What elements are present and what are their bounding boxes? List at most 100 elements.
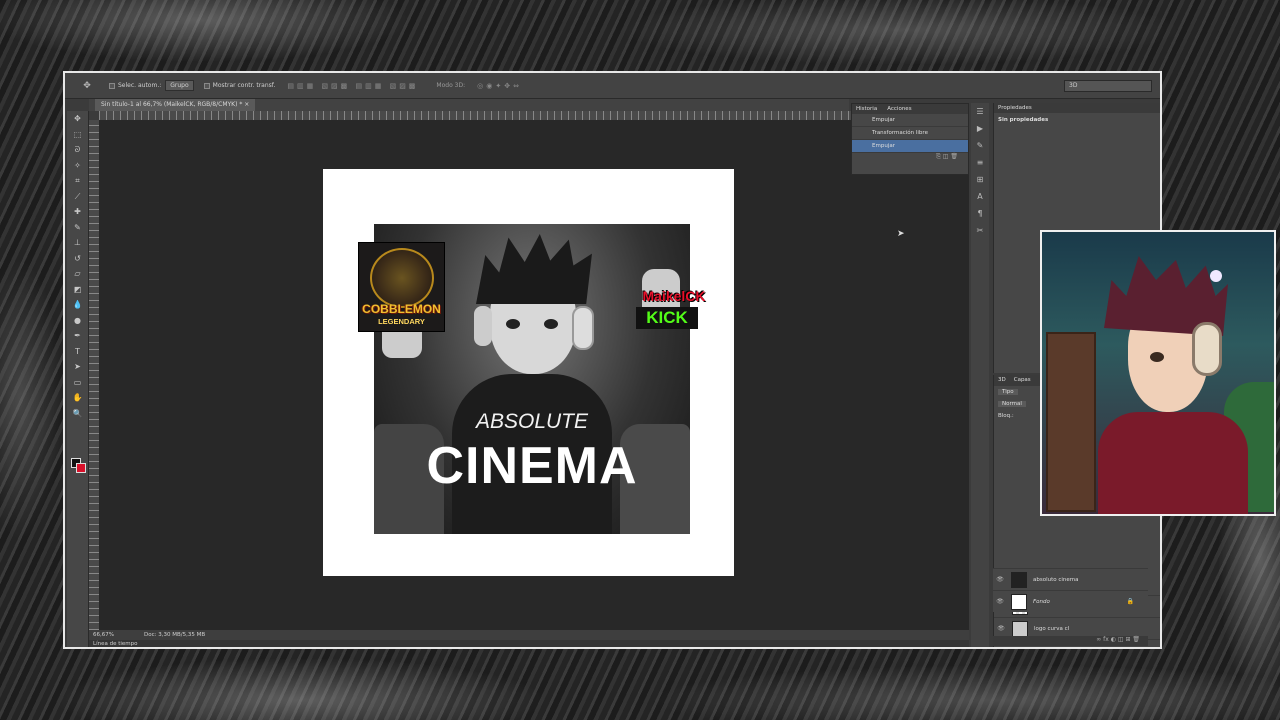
tab-actions[interactable]: Acciones <box>887 104 911 114</box>
history-item[interactable]: Transformación libre <box>852 127 968 140</box>
tab-properties[interactable]: Propiedades <box>994 103 1160 113</box>
lock-icon[interactable]: 🔒 <box>1127 598 1134 605</box>
document-tab-bar: Sin título-1 al 66,7% (MaikelCK, RGB/8/C… <box>89 99 849 111</box>
marquee-icon[interactable]: ⬚ <box>67 127 88 143</box>
layers-footer-icons[interactable]: ∞ fx ◐ ◫ ⊞ 🗑 <box>993 636 1148 646</box>
cobblemon-logo[interactable]: COBBLEMON LEGENDARY <box>358 242 445 332</box>
magic-wand-icon[interactable]: ✧ <box>67 158 88 174</box>
stamp-icon[interactable]: ⊥ <box>67 235 88 251</box>
vertical-ruler <box>89 120 99 630</box>
character-icon[interactable]: A <box>971 188 989 205</box>
history-item[interactable]: Empujar <box>852 114 968 127</box>
layer-name: logo curva cl <box>1034 625 1070 632</box>
brush-icon[interactable]: ✎ <box>67 220 88 236</box>
path-select-icon[interactable]: ➤ <box>67 359 88 375</box>
move-tool-icon[interactable]: ✥ <box>75 81 99 91</box>
visibility-eye-icon[interactable]: 👁 <box>993 598 1007 605</box>
bucket-icon[interactable]: ◩ <box>67 282 88 298</box>
options-bar: ✥ Selec. autom.: Grupo Mostrar contr. tr… <box>65 73 1160 99</box>
timeline-bar[interactable]: Línea de tiempo <box>89 640 969 647</box>
align-icons[interactable]: ▤▥▦ ▧▨▩ ▤▥▦ ▧▨▩ <box>287 82 418 90</box>
blend-mode-dropdown[interactable]: Normal <box>998 401 1026 407</box>
3d-mode-icons[interactable]: ◎◉✦✥⇔ <box>477 82 522 90</box>
maikelck-kick-logo[interactable]: MaikelCK KICK <box>628 288 720 332</box>
cinema-text: CINEMA <box>426 437 638 495</box>
webcam-overlay <box>1040 230 1276 516</box>
tools-panel: ✥ ⬚ ᘐ ✧ ⌗ ⟋ ✚ ✎ ⊥ ↺ ▱ ◩ 💧 ● ✒ T ➤ ▭ ✋ 🔍 <box>67 111 89 647</box>
headphone-left <box>474 306 492 346</box>
absolute-text: ABSOLUTE <box>475 410 589 433</box>
type-icon[interactable]: T <box>67 344 88 360</box>
avatar-eye <box>1150 352 1164 362</box>
tab-3d[interactable]: 3D <box>998 375 1006 386</box>
character-eye-right <box>544 319 558 329</box>
clone-source-icon[interactable]: ⊞ <box>971 171 989 188</box>
pen-icon[interactable]: ✒ <box>67 328 88 344</box>
zoom-level[interactable]: 66,67% <box>93 632 114 638</box>
play-icon[interactable]: ▶ <box>971 120 989 137</box>
avatar-headphone <box>1192 322 1222 376</box>
photoshop-window: ✥ Selec. autom.: Grupo Mostrar contr. tr… <box>63 71 1162 649</box>
eyedropper-icon[interactable]: ⟋ <box>67 189 88 205</box>
blur-icon[interactable]: 💧 <box>67 297 88 313</box>
document-tab-title: Sin título-1 al 66,7% (MaikelCK, RGB/8/C… <box>101 101 243 108</box>
layer-thumbnail <box>1012 620 1028 637</box>
layers-lower-rows: 👁 absoluto cinema 👁 Fondo 🔒 <box>993 568 1148 612</box>
avatar-body <box>1098 412 1248 514</box>
zoom-icon[interactable]: 🔍 <box>67 406 88 422</box>
character-hair <box>476 234 592 304</box>
canvas-area[interactable]: ABSOLUTE CINEMA ➤ COBBLEMON LEGENDARY Ma… <box>99 120 969 630</box>
show-transform-checkbox[interactable]: Mostrar contr. transf. <box>203 82 276 89</box>
move-icon[interactable]: ✥ <box>67 111 88 127</box>
tab-layers[interactable]: Capas <box>1014 375 1031 386</box>
doc-size[interactable]: Doc: 3,30 MB/5,35 MB <box>144 632 205 638</box>
layer-row[interactable]: 👁 Fondo 🔒 <box>993 590 1148 612</box>
properties-message: Sin propiedades <box>998 117 1049 123</box>
history-tabs: Historia Acciones <box>852 104 968 114</box>
history-item-selected[interactable]: Empujar <box>852 140 968 153</box>
history-brush-icon[interactable]: ↺ <box>67 251 88 267</box>
shape-icon[interactable]: ▭ <box>67 375 88 391</box>
eraser-icon[interactable]: ▱ <box>67 266 88 282</box>
auto-select-label: Selec. autom.: <box>118 82 162 89</box>
paragraph-icon[interactable]: ¶ <box>971 205 989 222</box>
healing-icon[interactable]: ✚ <box>67 204 88 220</box>
maikelck-text: MaikelCK <box>642 288 706 304</box>
layer-row[interactable]: 👁 absoluto cinema <box>993 568 1148 590</box>
timeline-label: Línea de tiempo <box>93 641 138 647</box>
cobblemon-emblem <box>370 248 434 308</box>
show-transform-label: Mostrar contr. transf. <box>212 82 276 89</box>
visibility-eye-icon[interactable]: 👁 <box>994 625 1008 632</box>
artboard[interactable]: ABSOLUTE CINEMA ➤ <box>323 169 905 576</box>
lock-label: Bloq.: <box>998 413 1014 419</box>
cobblemon-title: COBBLEMON <box>362 302 441 316</box>
workspace-dropdown[interactable]: 3D <box>1064 80 1152 92</box>
moon-decoration <box>1210 270 1222 282</box>
background-color-swatch[interactable] <box>76 463 86 473</box>
adjust-icon[interactable]: ≡ <box>971 154 989 171</box>
history-icon[interactable]: ☰ <box>971 103 989 120</box>
hand-icon[interactable]: ✋ <box>67 390 88 406</box>
close-icon[interactable]: × <box>244 101 249 108</box>
auto-select-checkbox[interactable]: Selec. autom.: <box>109 82 161 89</box>
status-bar: 66,67% Doc: 3,30 MB/5,35 MB <box>89 630 969 640</box>
history-panel: Historia Acciones Empujar Transformación… <box>851 103 969 175</box>
dodge-icon[interactable]: ● <box>67 313 88 329</box>
visibility-eye-icon[interactable]: 👁 <box>993 576 1007 583</box>
brush-preset-icon[interactable]: ✎ <box>971 137 989 154</box>
kick-text: KICK <box>636 307 698 329</box>
layer-thumbnail <box>1011 571 1027 588</box>
crop-icon[interactable]: ⌗ <box>67 173 88 189</box>
lasso-icon[interactable]: ᘐ <box>67 142 88 158</box>
tab-history[interactable]: Historia <box>856 104 877 114</box>
panel-icon-strip: ☰ ▶ ✎ ≡ ⊞ A ¶ ✂ <box>971 103 989 647</box>
layer-name: absoluto cinema <box>1033 576 1079 583</box>
mode-3d-label: Modo 3D: <box>436 82 466 89</box>
headphone-right <box>572 306 594 350</box>
shelf-decoration <box>1046 332 1096 512</box>
filter-dropdown[interactable]: Tipo <box>998 389 1018 395</box>
document-tab[interactable]: Sin título-1 al 66,7% (MaikelCK, RGB/8/C… <box>95 99 256 111</box>
tools-icon[interactable]: ✂ <box>971 222 989 239</box>
history-footer-icons[interactable]: ⎘ ◫ 🗑 <box>852 153 968 163</box>
auto-select-dropdown[interactable]: Grupo <box>165 80 194 91</box>
